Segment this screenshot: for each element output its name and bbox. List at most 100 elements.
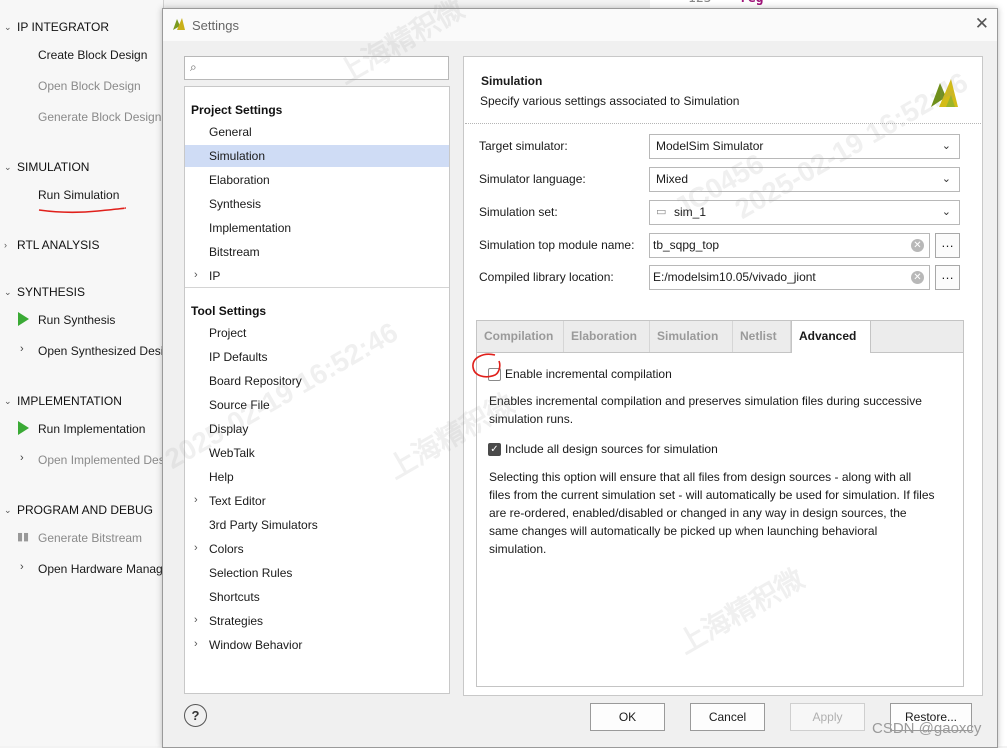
tab-compilation[interactable]: Compilation	[477, 321, 564, 352]
settings-dialog: Settings ✕ ⌕ Project Settings General Si…	[162, 8, 998, 748]
run-icon	[18, 312, 29, 326]
project-settings-header: Project Settings	[191, 103, 283, 117]
collapse-caret-icon[interactable]: ⌄	[4, 162, 12, 173]
create-block-design-link[interactable]: Create Block Design	[38, 48, 147, 62]
chevron-right-icon[interactable]: ›	[20, 343, 24, 355]
cancel-button[interactable]: Cancel	[690, 703, 765, 731]
tree-item-elaboration[interactable]: Elaboration	[185, 169, 449, 191]
section-rtl-analysis[interactable]: RTL ANALYSIS	[17, 238, 99, 252]
tab-simulation[interactable]: Simulation	[650, 321, 733, 352]
collapse-caret-icon[interactable]: ⌄	[4, 22, 12, 33]
tree-item-label: Colors	[209, 542, 244, 556]
tree-item-window-behavior[interactable]: › Window Behavior	[185, 634, 449, 656]
collapse-caret-icon[interactable]: ⌄	[4, 505, 12, 516]
generate-block-design-link[interactable]: Generate Block Design	[38, 110, 161, 124]
run-simulation-link[interactable]: Run Simulation	[38, 188, 119, 202]
ok-button[interactable]: OK	[590, 703, 665, 731]
run-synthesis-link[interactable]: Run Synthesis	[38, 313, 115, 327]
open-hardware-manager-link[interactable]: Open Hardware Manager	[38, 562, 163, 576]
vivado-logo-icon	[173, 18, 185, 30]
settings-search-input[interactable]: ⌕	[184, 56, 449, 80]
tree-item-general[interactable]: General	[185, 121, 449, 143]
simulation-set-label: Simulation set:	[479, 205, 558, 219]
tree-item-label: Window Behavior	[209, 638, 303, 652]
collapse-caret-icon[interactable]: ⌄	[4, 396, 12, 407]
chevron-right-icon[interactable]: ›	[20, 561, 24, 573]
close-icon[interactable]: ✕	[975, 14, 989, 34]
tree-item-3rd-party-simulators[interactable]: 3rd Party Simulators	[185, 514, 449, 536]
simulator-language-select[interactable]: Mixed ⌄	[649, 167, 960, 192]
simulation-set-select[interactable]: ▭ sim_1 ⌄	[649, 200, 960, 225]
csdn-credit: CSDN @gaoxcy	[872, 720, 982, 737]
chevron-right-icon[interactable]: ›	[194, 542, 198, 554]
tree-item-colors[interactable]: › Colors	[185, 538, 449, 560]
apply-button[interactable]: Apply	[790, 703, 865, 731]
include-sources-checkbox[interactable]: ✓	[488, 443, 501, 456]
select-value: Mixed	[656, 172, 689, 186]
target-simulator-select[interactable]: ModelSim Simulator ⌄	[649, 134, 960, 159]
tab-netlist[interactable]: Netlist	[733, 321, 791, 352]
input-value: E:/modelsim10.05/vivado_jiont	[653, 270, 816, 284]
tree-item-ip[interactable]: › IP	[185, 265, 449, 287]
open-synthesized-design-link[interactable]: Open Synthesized Design	[38, 344, 163, 358]
tree-item-ip-defaults[interactable]: IP Defaults	[185, 346, 449, 368]
chevron-right-icon[interactable]: ›	[194, 269, 198, 281]
tree-item-display[interactable]: Display	[185, 418, 449, 440]
settings-tree: Project Settings General Simulation Elab…	[184, 86, 450, 694]
generate-bitstream-link[interactable]: Generate Bitstream	[38, 531, 142, 545]
compiled-library-input[interactable]: E:/modelsim10.05/vivado_jiont ✕	[649, 265, 930, 290]
tree-item-source-file[interactable]: Source File	[185, 394, 449, 416]
tab-advanced[interactable]: Advanced	[791, 321, 871, 353]
tree-item-bitstream[interactable]: Bitstream	[185, 241, 449, 263]
chevron-down-icon: ⌄	[941, 206, 951, 218]
section-implementation[interactable]: IMPLEMENTATION	[17, 394, 122, 408]
editor-line-number: 123	[688, 0, 711, 6]
open-implemented-design-link[interactable]: Open Implemented Design	[38, 453, 163, 467]
top-module-browse-button[interactable]: …	[935, 233, 960, 258]
include-desc-line: same changes will automatically be picke…	[489, 524, 878, 538]
chevron-right-icon[interactable]: ›	[20, 452, 24, 464]
tree-item-label: Text Editor	[209, 494, 266, 508]
section-ip-integrator[interactable]: IP INTEGRATOR	[17, 20, 109, 34]
include-desc-line: are re-ordered, enabled/disabled or chan…	[489, 506, 907, 520]
chevron-right-icon[interactable]: ›	[194, 614, 198, 626]
input-value: tb_sqpg_top	[653, 238, 720, 252]
tree-item-webtalk[interactable]: WebTalk	[185, 442, 449, 464]
incremental-compilation-label[interactable]: Enable incremental compilation	[505, 367, 672, 381]
panel-title: Simulation	[481, 74, 543, 88]
open-block-design-link[interactable]: Open Block Design	[38, 79, 141, 93]
compiled-library-browse-button[interactable]: …	[935, 265, 960, 290]
clear-icon[interactable]: ✕	[911, 271, 924, 284]
simulator-language-label: Simulator language:	[479, 172, 586, 186]
chevron-down-icon: ⌄	[941, 140, 951, 152]
tree-item-board-repository[interactable]: Board Repository	[185, 370, 449, 392]
include-sources-label[interactable]: Include all design sources for simulatio…	[505, 442, 718, 456]
tree-item-selection-rules[interactable]: Selection Rules	[185, 562, 449, 584]
section-synthesis[interactable]: SYNTHESIS	[17, 285, 85, 299]
tree-item-shortcuts[interactable]: Shortcuts	[185, 586, 449, 608]
run-icon	[18, 421, 29, 435]
bitstream-icon: ▮▮	[17, 531, 30, 543]
tab-elaboration[interactable]: Elaboration	[564, 321, 650, 352]
chevron-right-icon[interactable]: ›	[194, 494, 198, 506]
help-button[interactable]: ?	[184, 704, 207, 727]
tree-item-simulation[interactable]: Simulation	[185, 145, 449, 167]
tree-item-strategies[interactable]: › Strategies	[185, 610, 449, 632]
tree-item-help[interactable]: Help	[185, 466, 449, 488]
tree-divider	[185, 287, 449, 288]
tree-item-text-editor[interactable]: › Text Editor	[185, 490, 449, 512]
section-program-debug[interactable]: PROGRAM AND DEBUG	[17, 503, 153, 517]
top-module-input[interactable]: tb_sqpg_top ✕	[649, 233, 930, 258]
tree-item-implementation[interactable]: Implementation	[185, 217, 449, 239]
expand-caret-icon[interactable]: ›	[4, 240, 7, 250]
clear-icon[interactable]: ✕	[911, 239, 924, 252]
incremental-desc-line: Enables incremental compilation and pres…	[489, 394, 922, 408]
tree-item-synthesis[interactable]: Synthesis	[185, 193, 449, 215]
run-implementation-link[interactable]: Run Implementation	[38, 422, 145, 436]
tree-item-project[interactable]: Project	[185, 322, 449, 344]
compiled-library-label: Compiled library location:	[479, 270, 614, 284]
dialog-titlebar[interactable]: Settings ✕	[163, 9, 997, 41]
collapse-caret-icon[interactable]: ⌄	[4, 287, 12, 298]
chevron-right-icon[interactable]: ›	[194, 638, 198, 650]
section-simulation[interactable]: SIMULATION	[17, 160, 89, 174]
